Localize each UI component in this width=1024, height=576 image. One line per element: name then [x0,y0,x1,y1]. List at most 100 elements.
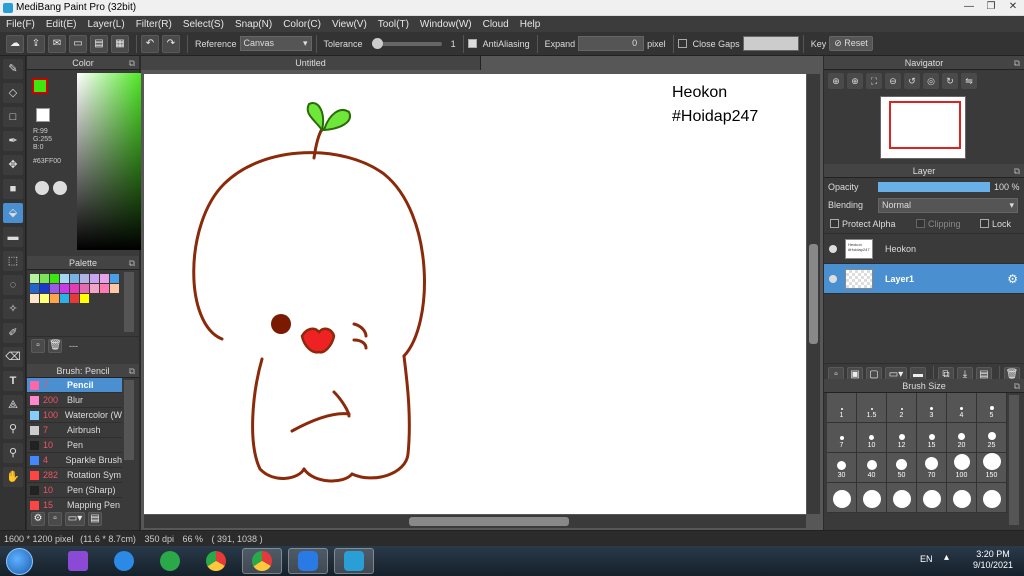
brush-size-cell[interactable]: 4 [947,393,977,423]
brush-size-cell[interactable] [857,483,887,513]
brush-size-cell[interactable]: 1.5 [857,393,887,423]
palette-swatch[interactable] [70,294,79,303]
new-palette-icon[interactable]: ▫ [31,338,45,353]
slider-knob[interactable] [371,37,383,49]
reference-select[interactable]: Canvas ▾ [239,36,312,51]
close-gaps-slider[interactable] [742,36,799,51]
scroll-thumb[interactable] [409,517,569,526]
brush-size-cell[interactable] [917,483,947,513]
grid-icon[interactable]: ▦ [111,34,129,53]
brush-size-cell[interactable]: 30 [827,453,857,483]
brush-size-cell[interactable]: 3 [917,393,947,423]
palette-swatch[interactable] [90,284,99,293]
zalo-icon[interactable] [288,548,328,574]
palette-swatch[interactable] [40,284,49,293]
text-tool-icon[interactable]: T [3,371,23,391]
fill-shape-tool-icon[interactable]: ■ [3,179,23,199]
brush-size-cell[interactable]: 5 [977,393,1007,423]
add-brush-dropdown-icon[interactable]: ▭▾ [65,512,85,526]
brush-size-cell[interactable]: 100 [947,453,977,483]
palette-swatch[interactable] [110,274,119,283]
palette-swatch[interactable] [60,274,69,283]
start-button[interactable] [6,548,33,575]
saturation-value-picker[interactable] [77,73,147,250]
brush-size-cell[interactable] [827,483,857,513]
undo-icon[interactable]: ↶ [141,34,159,53]
palette-swatch[interactable] [110,284,119,293]
canvas-horizontal-scrollbar[interactable] [144,515,806,528]
eyedropper-tool-icon[interactable]: ⚲ [3,419,23,439]
menu-cloud[interactable]: Cloud [483,19,509,30]
brush-size-cell[interactable]: 7 [827,423,857,453]
menu-tool[interactable]: Tool(T) [378,19,409,30]
brush-size-cell[interactable] [977,483,1007,513]
minimize-button[interactable]: — [958,0,980,16]
transparent-color-swatch[interactable] [36,108,50,122]
palette-swatch[interactable] [50,294,59,303]
brush-size-cell[interactable]: 10 [857,423,887,453]
flip-icon[interactable]: ⇋ [961,73,977,89]
brush-row[interactable]: 10 Pen (Sharp) [27,483,122,498]
clipping-checkbox[interactable] [916,219,925,228]
pen-tool-icon[interactable]: ✒ [3,131,23,151]
internet-explorer-icon[interactable] [104,548,144,574]
antialiasing-checkbox[interactable] [467,39,477,48]
palette-swatch[interactable] [90,274,99,283]
lock-checkbox[interactable] [980,219,989,228]
move-tool-icon[interactable]: ✥ [3,155,23,175]
tolerance-slider[interactable] [371,37,442,49]
foreground-color-swatch[interactable] [32,78,48,94]
brush-scrollbar[interactable] [124,380,134,460]
zoom-in-icon[interactable]: ⊕ [828,73,844,89]
menu-filter[interactable]: Filter(R) [136,19,172,30]
palette-swatch[interactable] [80,274,89,283]
zoom-in-alt-icon[interactable]: ⊕ [847,73,863,89]
menu-help[interactable]: Help [520,19,541,30]
divide-tool-icon[interactable]: ⟁ [3,395,23,415]
palette-swatch[interactable] [40,294,49,303]
menu-view[interactable]: View(V) [332,19,367,30]
eyedropper-alt-tool-icon[interactable]: ⚲ [3,443,23,463]
brush-row[interactable]: 7 Pencil [27,378,122,393]
palette-swatch[interactable] [80,284,89,293]
palette-scrollbar[interactable] [124,272,134,332]
close-gaps-checkbox[interactable] [677,39,687,48]
chrome-icon[interactable] [196,548,236,574]
brush-tool-icon[interactable]: ✎ [3,59,23,79]
canvas-vertical-scrollbar[interactable] [807,74,820,514]
brush-size-cell[interactable]: 25 [977,423,1007,453]
brush-properties-icon[interactable]: ▤ [88,512,102,526]
coccoc-browser-icon[interactable] [150,548,190,574]
pin-icon[interactable]: ⧉ [129,364,135,378]
blending-select[interactable]: Normal ▾ [878,197,1018,213]
protect-alpha-checkbox[interactable] [830,219,839,228]
menu-snap[interactable]: Snap(N) [235,19,272,30]
eraser-tool-icon[interactable]: ◇ [3,83,23,103]
visibility-icon[interactable] [829,244,837,253]
new-brush-icon[interactable]: ▫ [48,512,62,526]
brush-size-cell[interactable]: 12 [887,423,917,453]
scroll-thumb[interactable] [809,244,818,344]
visibility-icon[interactable] [829,274,837,283]
pin-icon[interactable]: ⧉ [1014,379,1020,393]
comment-icon[interactable]: ✉ [48,34,66,53]
brush-row[interactable]: 4 Sparkle Brush [27,453,122,468]
lasso-tool-icon[interactable]: ◌ [3,275,23,295]
menu-window[interactable]: Window(W) [420,19,472,30]
select-rect-tool-icon[interactable]: ⬚ [3,251,23,271]
palette-swatch[interactable] [50,284,59,293]
palette-swatch[interactable] [60,284,69,293]
brush-size-cell[interactable]: 1 [827,393,857,423]
rectangle-tool-icon[interactable]: □ [3,107,23,127]
fit-icon[interactable]: ⛶ [866,73,882,89]
palette-swatch[interactable] [40,274,49,283]
layer-row-heokon[interactable]: Heokon #Hoidap247 Heokon [824,234,1024,264]
brush-size-cell[interactable]: 2 [887,393,917,423]
brush-size-cell[interactable] [887,483,917,513]
brush-size-cell[interactable]: 40 [857,453,887,483]
palette-swatch[interactable] [60,294,69,303]
palette-swatch[interactable] [70,284,79,293]
expand-field[interactable]: 0 [578,36,645,51]
brush-row[interactable]: 100 Watercolor (W [27,408,122,423]
delete-palette-icon[interactable]: 🗑 [48,338,62,353]
